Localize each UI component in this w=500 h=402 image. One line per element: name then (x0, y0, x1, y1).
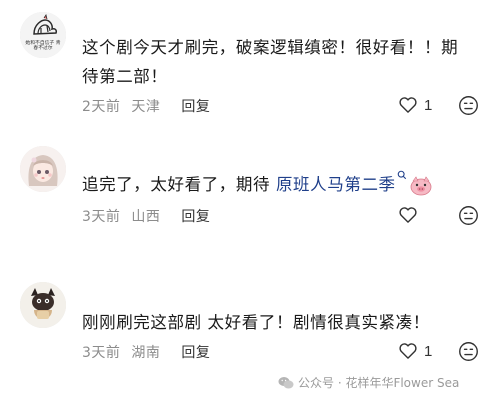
user-avatar[interactable]: 她和不自信子 青春不过尔 (20, 12, 66, 58)
user-avatar[interactable] (20, 282, 66, 328)
reply-button[interactable]: 回复 (181, 99, 210, 115)
comment-text-line: 这个剧今天才刷完，破案逻辑缜密！很好看！！期 (82, 38, 459, 57)
frown-face-icon (459, 96, 478, 115)
comment-text: 这个剧今天才刷完，破案逻辑缜密！很好看！！期 待第二部！ (82, 33, 482, 91)
dislike-button[interactable] (458, 205, 479, 230)
frown-face-icon (459, 206, 478, 225)
comment-text: 刚刚刷完这部剧 太好看了！剧情很真实紧凑！ (82, 313, 430, 332)
comment-location: 山西 (131, 209, 161, 225)
like-button[interactable]: 1 (398, 341, 432, 361)
avatar-caption: 她和不自信子 青春不过尔 (25, 40, 61, 51)
comment-time: 3天前 (82, 345, 121, 361)
reply-button[interactable]: 回复 (181, 209, 210, 225)
search-link[interactable]: 原班人马第二季 (276, 175, 396, 194)
comment-location: 天津 (131, 99, 161, 115)
comment-time: 3天前 (82, 209, 121, 225)
like-button[interactable] (398, 205, 418, 225)
dislike-button[interactable] (458, 95, 479, 120)
avatar-illustration (20, 282, 66, 328)
comment-meta: 3天前 山西 回复 (82, 206, 216, 226)
heart-outline-icon (399, 207, 417, 223)
reply-button[interactable]: 回复 (181, 345, 210, 361)
comment-text-line: 待第二部！ (82, 67, 168, 86)
comment-text: 追完了，太好看了，期待 原班人马第二季 (82, 170, 482, 199)
pig-emoji (410, 175, 432, 195)
comment-time: 2天前 (82, 99, 121, 115)
comment-meta: 3天前 湖南 回复 (82, 342, 216, 362)
like-button[interactable]: 1 (398, 95, 432, 115)
comment-text-body: 追完了，太好看了，期待 (82, 175, 276, 194)
dislike-button[interactable] (458, 341, 479, 366)
like-count: 1 (424, 342, 433, 360)
avatar-illustration (20, 146, 66, 192)
heart-outline-icon (399, 343, 417, 359)
like-count: 1 (424, 96, 433, 114)
avatar-illustration (20, 12, 66, 58)
frown-face-icon (459, 342, 478, 361)
comment-location: 湖南 (131, 345, 161, 361)
user-avatar[interactable] (20, 146, 66, 192)
search-icon[interactable] (397, 170, 407, 180)
watermark: 公众号 · 花样年华Flower Sea (278, 374, 459, 391)
comment-meta: 2天前 天津 回复 (82, 96, 216, 116)
wechat-icon (278, 376, 294, 388)
watermark-text: 公众号 · 花样年华Flower Sea (298, 376, 460, 390)
heart-outline-icon (399, 97, 417, 113)
